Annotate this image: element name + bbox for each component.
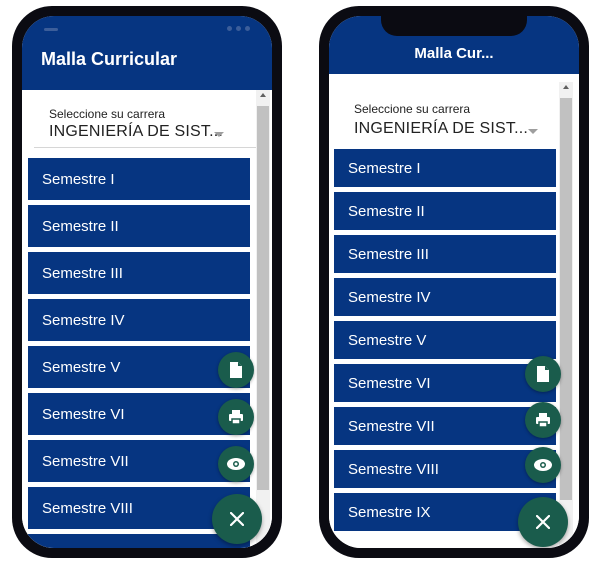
career-select[interactable]: Seleccione su carrera INGENIERÍA DE SIST… — [34, 90, 256, 150]
chevron-down-icon[interactable] — [528, 129, 538, 134]
semester-item[interactable]: Semestre VIII — [334, 450, 556, 488]
status-bar-icons — [227, 26, 250, 31]
main-content: Seleccione su carrera INGENIERÍA DE SIST… — [329, 74, 579, 548]
career-select[interactable]: Seleccione su carrera INGENIERÍA DE SIST… — [343, 74, 565, 137]
app-title: Malla Curricular — [41, 49, 178, 69]
file-icon — [230, 362, 242, 378]
semester-label: Semestre IV — [42, 311, 125, 329]
phone-screen: Malla Curricular Seleccione su carrera I… — [22, 16, 272, 548]
file-button[interactable] — [218, 352, 254, 388]
semester-list: Semestre I Semestre II Semestre III Seme… — [334, 149, 556, 541]
scrollbar-thumb[interactable] — [560, 98, 572, 500]
app-bar: Malla Cur... — [329, 16, 579, 74]
close-fab[interactable] — [518, 497, 568, 547]
career-select-label: Seleccione su carrera — [354, 102, 471, 116]
scrollbar-thumb[interactable] — [257, 106, 269, 490]
semester-item[interactable]: Semestre IV — [28, 299, 250, 341]
semester-label: Semestre VI — [42, 405, 125, 423]
semester-item[interactable]: Semestre VI — [28, 393, 250, 435]
file-button[interactable] — [525, 356, 561, 392]
semester-item[interactable]: Semestre V — [28, 346, 250, 388]
semester-label: Semestre II — [348, 202, 425, 220]
semester-item[interactable]: Semestre VII — [334, 407, 556, 445]
close-icon — [230, 512, 244, 526]
semester-item[interactable]: Semestre VI — [334, 364, 556, 402]
career-select-value: INGENIERÍA DE SIST... — [49, 123, 224, 140]
semester-item[interactable]: Semestre I — [334, 149, 556, 187]
semester-label: Semestre III — [348, 245, 429, 263]
career-select-underline — [34, 147, 256, 148]
semester-item[interactable]: Semestre II — [28, 205, 250, 247]
semester-item[interactable]: Semestre VII — [28, 440, 250, 482]
print-button[interactable] — [218, 399, 254, 435]
print-icon — [536, 413, 550, 428]
print-icon — [229, 410, 243, 425]
semester-item[interactable]: Semestre III — [28, 252, 250, 294]
status-bar-indicator — [44, 28, 58, 31]
chevron-down-icon[interactable] — [214, 132, 224, 137]
semester-item[interactable]: Semestre I — [28, 158, 250, 200]
scrollbar[interactable] — [256, 90, 270, 548]
semester-label: Semestre VIII — [42, 499, 133, 517]
semester-label: Semestre IV — [348, 288, 431, 306]
phone-frame-ios: Malla Cur... Seleccione su carrera INGEN… — [319, 6, 589, 558]
scroll-down-icon[interactable] — [563, 545, 569, 548]
scrollbar[interactable] — [559, 82, 573, 548]
semester-list: Semestre I Semestre II Semestre III Seme… — [28, 158, 250, 548]
career-select-label: Seleccione su carrera — [49, 107, 166, 121]
file-icon — [537, 366, 549, 382]
eye-icon — [534, 459, 552, 471]
phone-screen: Malla Cur... Seleccione su carrera INGEN… — [329, 16, 579, 548]
semester-label: Semestre VII — [42, 452, 129, 470]
semester-item[interactable]: Semestre IV — [334, 278, 556, 316]
semester-item[interactable]: Semestre III — [334, 235, 556, 273]
semester-label: Semestre I — [42, 170, 115, 188]
phone-notch — [381, 16, 527, 36]
eye-icon — [227, 458, 245, 470]
close-icon — [536, 515, 550, 529]
print-button[interactable] — [525, 402, 561, 438]
app-title: Malla Cur... — [414, 45, 494, 62]
semester-label: Semestre III — [42, 264, 123, 282]
semester-label: Semestre VII — [348, 417, 435, 435]
phone-frame-android: Malla Curricular Seleccione su carrera I… — [12, 6, 282, 558]
semester-label: Semestre I — [348, 159, 421, 177]
semester-label: Semestre VIII — [348, 460, 439, 478]
semester-item[interactable]: Semestre V — [334, 321, 556, 359]
main-content: Seleccione su carrera INGENIERÍA DE SIST… — [22, 90, 272, 548]
view-button[interactable] — [218, 446, 254, 482]
scroll-up-icon[interactable] — [260, 93, 266, 97]
app-bar: Malla Curricular — [22, 16, 272, 90]
semester-item[interactable] — [28, 534, 250, 548]
semester-label: Semestre IX — [348, 503, 431, 521]
semester-label: Semestre V — [42, 358, 121, 376]
semester-label: Semestre VI — [348, 374, 431, 392]
career-select-value: INGENIERÍA DE SIST... — [354, 120, 529, 137]
view-button[interactable] — [525, 447, 561, 483]
semester-label: Semestre V — [348, 331, 427, 349]
close-fab[interactable] — [212, 494, 262, 544]
semester-label: Semestre II — [42, 217, 119, 235]
semester-item[interactable]: Semestre II — [334, 192, 556, 230]
scroll-up-icon[interactable] — [563, 85, 569, 89]
